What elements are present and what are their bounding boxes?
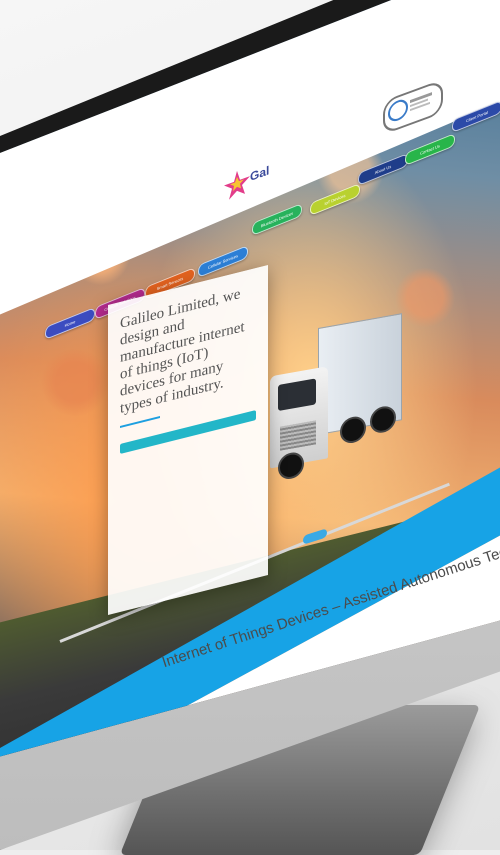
monitor: Gal Home Custom Solutions Smart Sensors … (0, 0, 500, 850)
truck-image (270, 313, 402, 507)
hero-cta-button[interactable] (120, 410, 256, 454)
logo-text: Gal (250, 163, 270, 185)
hero-headline: Galileo Limited, we design and manufactu… (120, 285, 245, 417)
truck-windshield (278, 378, 316, 412)
truck-grill (280, 420, 316, 451)
nav-bluetooth-devices[interactable]: Bluetooth Devices (252, 202, 302, 237)
headline-underline (120, 415, 160, 428)
hero-card: Galileo Limited, we design and manufactu… (108, 265, 268, 615)
